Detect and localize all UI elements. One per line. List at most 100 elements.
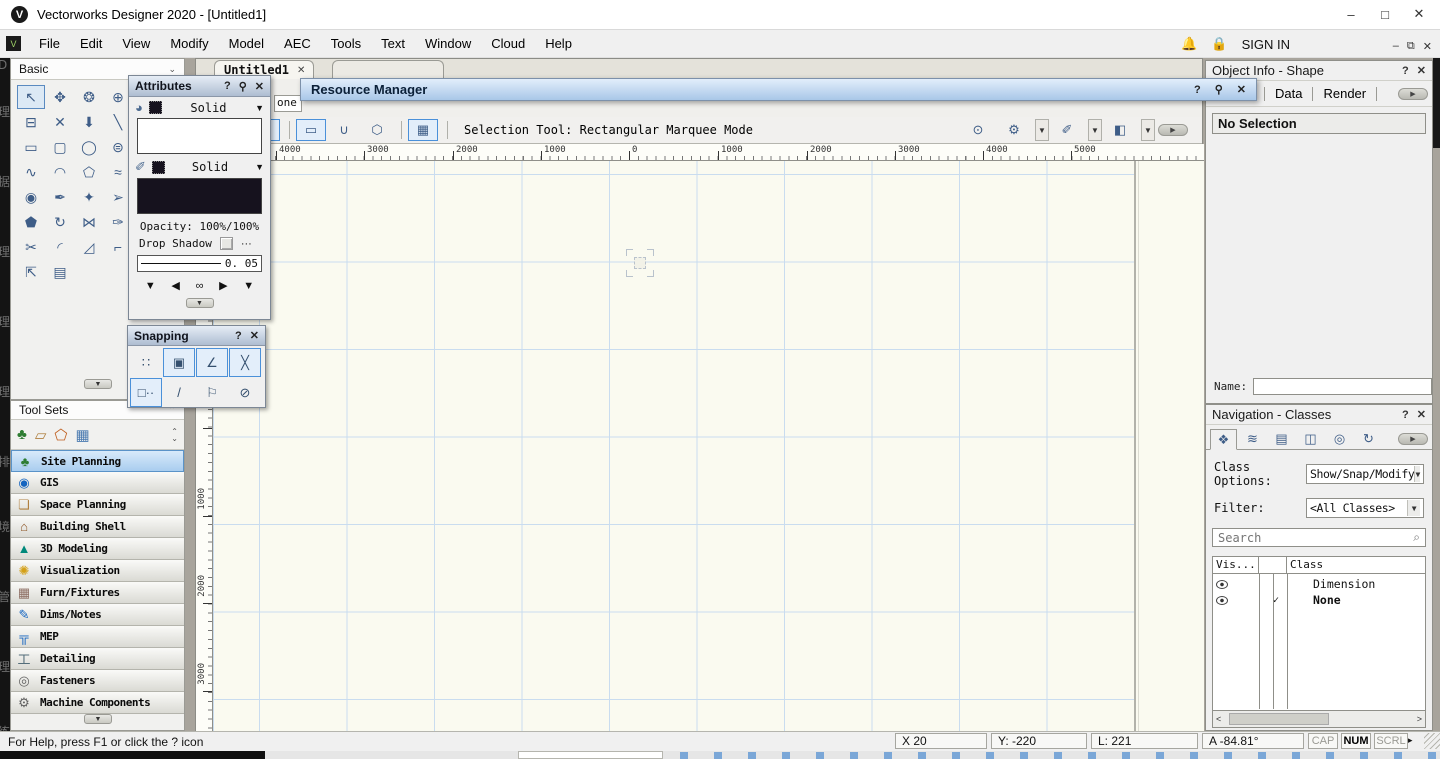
menu-text[interactable]: Text bbox=[371, 30, 415, 58]
maximize-button[interactable]: □ bbox=[1368, 1, 1402, 27]
mdi-restore-button[interactable]: ⧉ bbox=[1407, 40, 1415, 53]
pen-pattern-swatch[interactable] bbox=[152, 161, 165, 174]
pan-tool[interactable]: ✥ bbox=[46, 85, 74, 109]
roadway-icon[interactable]: ▱ bbox=[35, 426, 47, 444]
tool-set-gis[interactable]: ◉GIS bbox=[11, 472, 184, 494]
polygon-tool[interactable]: ⬠ bbox=[75, 160, 103, 184]
clip-tool[interactable]: ✂ bbox=[17, 235, 45, 259]
lock-num[interactable]: NUM bbox=[1341, 733, 1371, 749]
visibility-eye-icon[interactable] bbox=[1216, 596, 1228, 605]
surface-options-icon[interactable]: ◧ bbox=[1105, 119, 1135, 141]
chevron-down-icon[interactable]: ▼ bbox=[1088, 119, 1102, 141]
drop-shadow-checkbox[interactable] bbox=[220, 237, 233, 250]
chevron-down-icon[interactable]: ▼ bbox=[255, 162, 264, 172]
chamfer-tool[interactable]: ◿ bbox=[75, 235, 103, 259]
menu-window[interactable]: Window bbox=[415, 30, 481, 58]
tool-set-building-shell[interactable]: ⌂Building Shell bbox=[11, 516, 184, 538]
sheet-layers-tab[interactable]: ▤ bbox=[1268, 428, 1295, 449]
attributes-collapse-pill[interactable]: ▼ bbox=[186, 298, 214, 308]
help-icon[interactable]: ? bbox=[1402, 409, 1409, 421]
menu-cloud[interactable]: Cloud bbox=[481, 30, 535, 58]
column-vis[interactable]: Vis... bbox=[1213, 557, 1259, 573]
resource-manager-window[interactable]: Resource Manager ? ⚲ ✕ bbox=[300, 78, 1257, 101]
menu-view[interactable]: View bbox=[112, 30, 160, 58]
class-options-select[interactable]: Show/Snap/Modify ▼ bbox=[1306, 464, 1424, 484]
tool-set-3d-modeling[interactable]: ▲3D Modeling bbox=[11, 538, 184, 560]
classes-tab[interactable]: ❖ bbox=[1210, 429, 1237, 450]
tool-set-mep[interactable]: ╦MEP bbox=[11, 626, 184, 648]
menu-edit[interactable]: Edit bbox=[70, 30, 112, 58]
snap-to-intersection[interactable]: ╳ bbox=[229, 348, 261, 377]
close-icon[interactable]: ✕ bbox=[250, 329, 259, 342]
tool-sets-collapse-pill[interactable]: ▼ bbox=[84, 714, 112, 724]
snap-to-grid[interactable]: ∷ bbox=[130, 348, 162, 377]
close-icon[interactable]: ✕ bbox=[1417, 408, 1426, 421]
rounded-rectangle-tool[interactable]: ▢ bbox=[46, 135, 74, 159]
close-icon[interactable]: ✕ bbox=[1237, 83, 1246, 96]
hardscape-icon[interactable]: ▦ bbox=[75, 426, 89, 444]
snapping-title-bar[interactable]: Snapping ? ✕ bbox=[128, 326, 265, 346]
chevron-down-icon[interactable]: ▼ bbox=[1035, 119, 1049, 141]
marker-link-button[interactable]: ∞ bbox=[196, 280, 204, 292]
callout-tool[interactable]: ⊟ bbox=[17, 110, 45, 134]
drop-shadow-options-button[interactable]: ··· bbox=[241, 238, 252, 250]
length-field[interactable]: L: 221 bbox=[1091, 733, 1198, 749]
menu-modify[interactable]: Modify bbox=[160, 30, 218, 58]
resize-tool[interactable]: ▤ bbox=[46, 260, 74, 284]
visibility-eye-icon[interactable] bbox=[1216, 580, 1228, 589]
menu-aec[interactable]: AEC bbox=[274, 30, 321, 58]
resize-grip[interactable] bbox=[1424, 733, 1440, 749]
minimize-button[interactable]: – bbox=[1334, 1, 1368, 27]
stake-icon[interactable]: ⬠ bbox=[54, 426, 67, 444]
tab-render[interactable]: Render bbox=[1313, 86, 1376, 101]
wand-tool[interactable]: ✦ bbox=[75, 185, 103, 209]
prev-marker-button[interactable]: ◀ bbox=[171, 279, 179, 292]
references-tab[interactable]: ↻ bbox=[1355, 428, 1382, 449]
snap-to-edge[interactable]: / bbox=[163, 378, 195, 407]
pen-style-select[interactable]: Solid bbox=[171, 160, 249, 174]
help-icon[interactable]: ? bbox=[1402, 65, 1409, 77]
snap-to-distance[interactable]: □·· bbox=[130, 378, 162, 407]
tool-set-furn-fixtures[interactable]: ▦Furn/Fixtures bbox=[11, 582, 184, 604]
angle-field[interactable]: A -84.81° bbox=[1202, 733, 1304, 749]
class-row-dimension[interactable]: Dimension bbox=[1213, 576, 1425, 592]
drawing-canvas[interactable] bbox=[213, 161, 1204, 732]
pin-icon[interactable]: ⚲ bbox=[239, 80, 247, 93]
end-marker-button[interactable]: ▼ bbox=[243, 280, 254, 292]
pen-color-swatch[interactable] bbox=[137, 178, 262, 214]
column-blank[interactable] bbox=[1259, 557, 1287, 573]
chevron-down-icon[interactable]: ▼ bbox=[1141, 119, 1155, 141]
close-button[interactable]: ✕ bbox=[1402, 1, 1436, 27]
tool-set-dims-notes[interactable]: ✎Dims/Notes bbox=[11, 604, 184, 626]
filter-select[interactable]: <All Classes> ▼ bbox=[1306, 498, 1424, 518]
tool-set-fasteners[interactable]: ◎Fasteners bbox=[11, 670, 184, 692]
attributes-title-bar[interactable]: Attributes ? ⚲ ✕ bbox=[129, 76, 270, 97]
rectangle-tool[interactable]: ▭ bbox=[17, 135, 45, 159]
design-layers-tab[interactable]: ≋ bbox=[1239, 428, 1266, 449]
next-marker-button[interactable]: ▶ bbox=[219, 279, 227, 292]
rotate-tool[interactable]: ↻ bbox=[46, 210, 74, 234]
panel-overflow-button[interactable]: ▶ bbox=[1398, 88, 1428, 100]
y-coordinate-field[interactable]: Y: -220 bbox=[991, 733, 1087, 749]
x-coordinate-field[interactable]: X 20 bbox=[895, 733, 987, 749]
help-icon[interactable]: ? bbox=[224, 80, 231, 92]
column-class[interactable]: Class bbox=[1287, 557, 1425, 573]
line-weight-control[interactable]: 0. 05 bbox=[137, 255, 262, 272]
close-icon[interactable]: ✕ bbox=[255, 80, 264, 93]
menu-model[interactable]: Model bbox=[219, 30, 274, 58]
render-sphere-icon[interactable]: ✐ bbox=[1052, 119, 1082, 141]
fill-color-swatch[interactable] bbox=[137, 118, 262, 154]
move-by-points-tool[interactable]: ⇱ bbox=[17, 260, 45, 284]
scroll-right-arrow[interactable]: > bbox=[1417, 714, 1422, 724]
freehand-tool[interactable]: ∿ bbox=[17, 160, 45, 184]
delete-vertex-tool[interactable]: ✕ bbox=[46, 110, 74, 134]
account-lock-icon[interactable]: 🔒 bbox=[1211, 36, 1227, 52]
push-pull-tool[interactable]: ⬇ bbox=[75, 110, 103, 134]
close-icon[interactable]: ✕ bbox=[1417, 64, 1426, 77]
viewports-tab[interactable]: ◫ bbox=[1297, 428, 1324, 449]
snap-to-working-plane[interactable]: ⚐ bbox=[196, 378, 228, 407]
lock-cap[interactable]: CAP bbox=[1308, 733, 1338, 749]
settings-gear-icon[interactable]: ⚙ bbox=[999, 119, 1029, 141]
help-icon[interactable]: ? bbox=[235, 330, 242, 342]
mdi-close-button[interactable]: ✕ bbox=[1423, 40, 1432, 53]
